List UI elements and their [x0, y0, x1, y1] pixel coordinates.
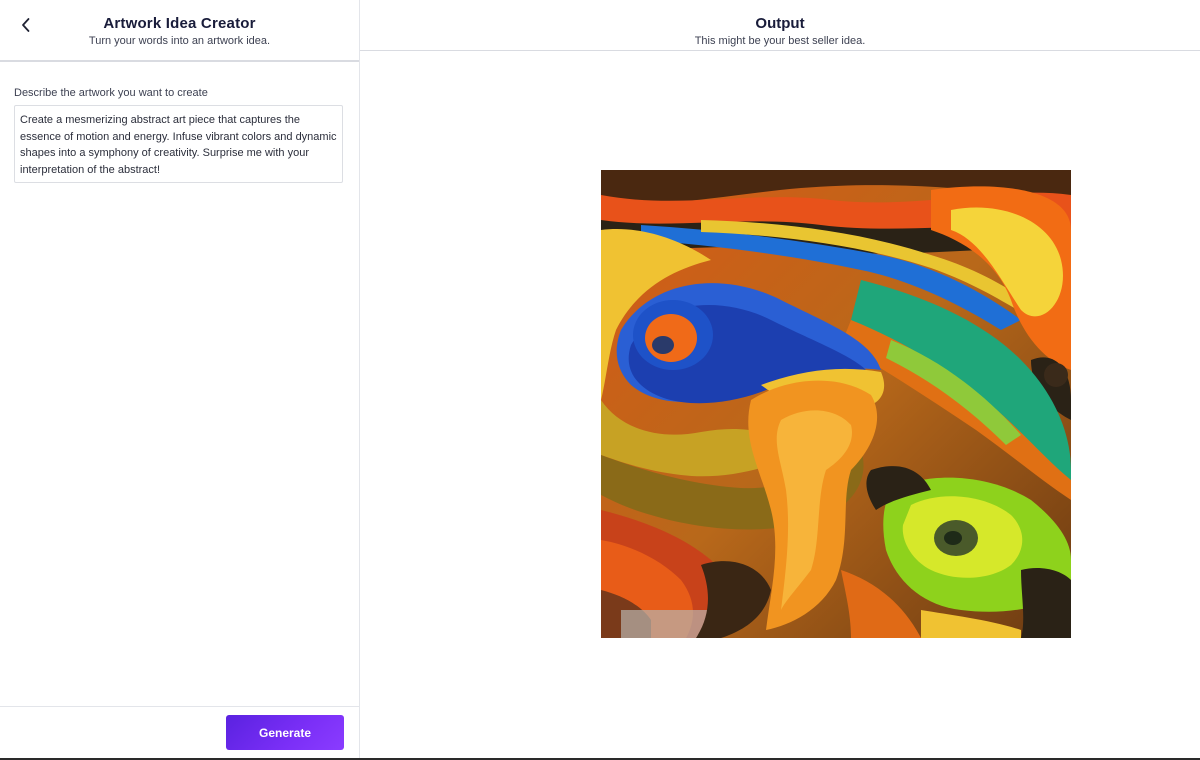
- output-panel-header: Output This might be your best seller id…: [360, 0, 1200, 51]
- output-panel: Output This might be your best seller id…: [360, 0, 1200, 758]
- input-panel: Artwork Idea Creator Turn your words int…: [0, 0, 360, 758]
- input-panel-footer: Generate: [0, 706, 359, 758]
- output-subtitle: This might be your best seller idea.: [694, 35, 866, 47]
- generate-button[interactable]: Generate: [226, 715, 344, 750]
- prompt-input[interactable]: Create a mesmerizing abstract art piece …: [14, 105, 343, 183]
- abstract-artwork-image: [601, 170, 1071, 638]
- artwork-canvas: [601, 170, 1071, 638]
- app-window: Artwork Idea Creator Turn your words int…: [0, 0, 1200, 760]
- prompt-label: Describe the artwork you want to create: [14, 87, 208, 99]
- output-title: Output: [755, 15, 805, 32]
